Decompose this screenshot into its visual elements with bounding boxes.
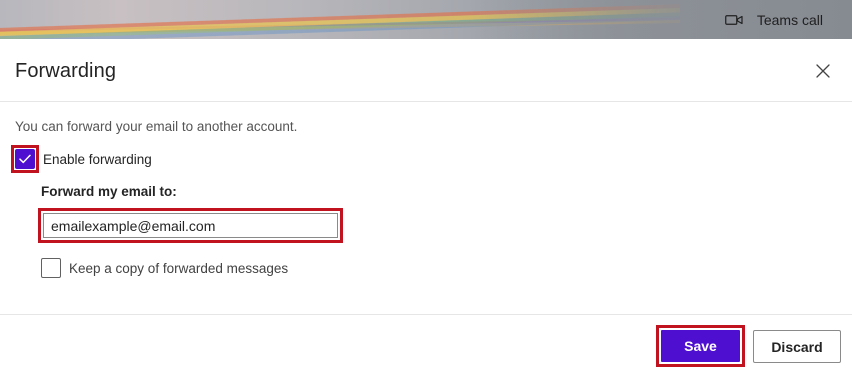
teams-call-label: Teams call [756,11,823,28]
enable-forwarding-row: Enable forwarding [11,145,152,173]
teams-call-button[interactable]: Teams call [725,0,823,39]
keep-copy-checkbox[interactable] [41,258,61,278]
enable-forwarding-label: Enable forwarding [43,151,152,167]
forward-email-input[interactable] [43,213,338,238]
footer-divider [0,314,852,315]
checkmark-icon [19,154,31,164]
close-button[interactable] [813,61,833,81]
keep-copy-label: Keep a copy of forwarded messages [69,260,289,276]
video-camera-icon [725,14,743,25]
close-icon [816,64,830,78]
intro-text: You can forward your email to another ac… [15,119,298,134]
discard-button[interactable]: Discard [753,330,841,363]
keep-copy-row: Keep a copy of forwarded messages [41,258,288,278]
dialog-title: Forwarding [15,60,117,82]
enable-forwarding-highlight [11,145,39,173]
top-banner: Teams call [0,0,852,39]
forward-to-label: Forward my email to: [41,184,177,199]
save-button-highlight: Save [656,325,745,367]
save-button[interactable]: Save [661,330,740,362]
email-field-highlight [38,208,343,243]
enable-forwarding-checkbox[interactable] [15,149,35,169]
dialog-header: Forwarding [0,39,852,102]
